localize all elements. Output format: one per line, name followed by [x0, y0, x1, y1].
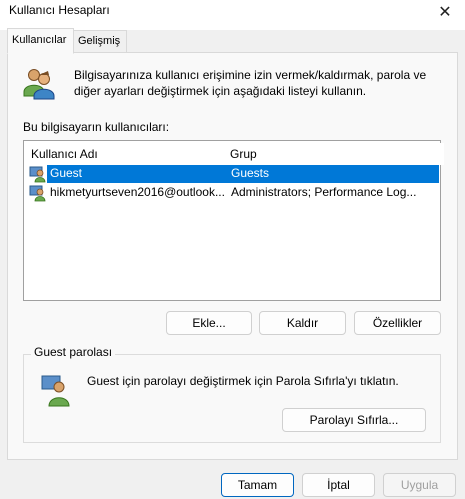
- window-title: Kullanıcı Hesapları: [9, 3, 110, 17]
- properties-button[interactable]: Özellikler: [354, 311, 441, 335]
- cancel-button[interactable]: İptal: [302, 473, 375, 497]
- close-icon: ✕: [438, 4, 452, 21]
- cell-username: hikmetyurtseven2016@outlook...: [50, 185, 225, 199]
- tab-advanced[interactable]: Gelişmiş: [73, 30, 127, 53]
- password-group-title: Guest parolası: [31, 345, 116, 359]
- close-button[interactable]: ✕: [425, 0, 465, 24]
- add-user-button[interactable]: Ekle...: [166, 311, 252, 335]
- intro-line-2: diğer ayarları değiştirmek için aşağıdak…: [74, 84, 367, 98]
- users-list-label: Bu bilgisayarın kullanıcıları:: [23, 120, 170, 134]
- intro-line-1: Bilgisayarınıza kullanıcı erişimine izin…: [74, 68, 427, 82]
- column-header-group[interactable]: Grup: [224, 143, 444, 165]
- column-header-username[interactable]: Kullanıcı Adı: [25, 143, 228, 165]
- table-row[interactable]: hikmetyurtseven2016@outlook... Administr…: [25, 184, 439, 202]
- reset-password-button[interactable]: Parolayı Sıfırla...: [282, 408, 426, 432]
- tab-advanced-label: Gelişmiş: [78, 35, 121, 47]
- users-icon: [23, 69, 55, 100]
- title-bar: Kullanıcı Hesapları ✕: [0, 0, 465, 30]
- user-key-icon: [41, 375, 70, 407]
- cell-group: Administrators; Performance Log...: [231, 185, 417, 199]
- remove-user-button[interactable]: Kaldır: [259, 311, 346, 335]
- tab-users-label: Kullanıcılar: [12, 34, 67, 46]
- ok-button[interactable]: Tamam: [221, 473, 294, 497]
- users-list[interactable]: Kullanıcı Adı Grup Guest Guests hikmetyu…: [23, 140, 444, 301]
- cell-username: Guest: [50, 166, 83, 180]
- password-help-text: Guest için parolayı değiştirmek için Par…: [87, 374, 399, 388]
- cell-group: Guests: [231, 166, 270, 180]
- user-icon: [29, 185, 46, 202]
- table-row[interactable]: Guest Guests: [25, 165, 439, 183]
- apply-button[interactable]: Uygula: [383, 473, 456, 497]
- user-icon: [29, 166, 46, 183]
- tab-users[interactable]: Kullanıcılar: [7, 28, 74, 54]
